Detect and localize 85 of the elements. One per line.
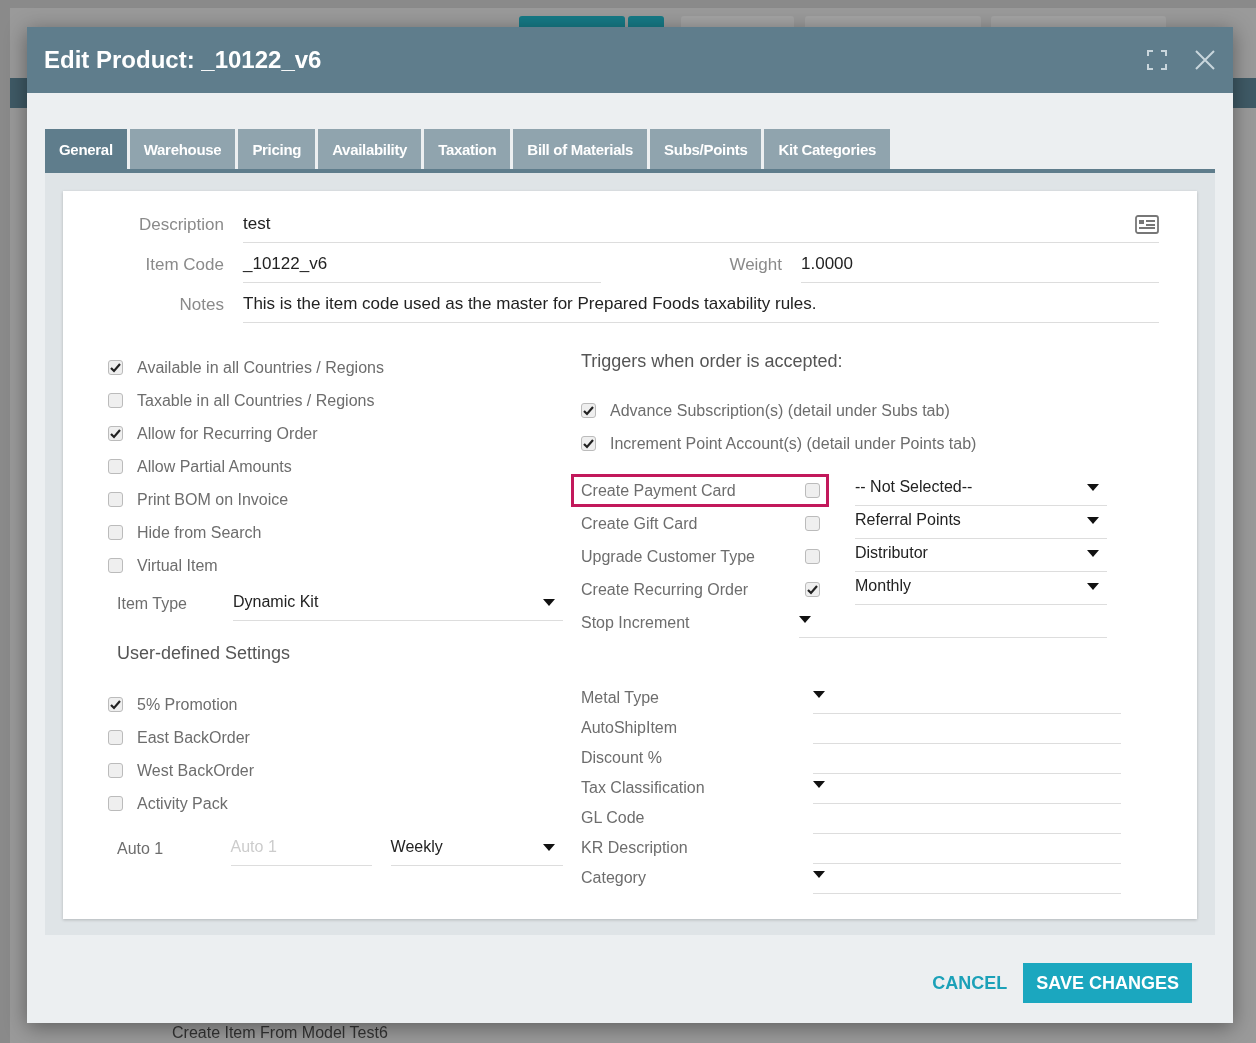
field-label: Auto 1: [117, 840, 165, 859]
field-label: Item Code: [144, 255, 225, 276]
checkbox[interactable]: [581, 403, 596, 418]
weight-field[interactable]: 1.0000: [801, 254, 1159, 283]
checkbox-label: East BackOrder: [137, 728, 250, 747]
tab[interactable]: Availability: [318, 129, 422, 169]
caret-icon: [1087, 582, 1099, 590]
dropdown[interactable]: -- Not Selected--: [855, 475, 1107, 506]
frequency-dropdown[interactable]: Weekly: [390, 835, 563, 866]
checkbox[interactable]: [805, 516, 820, 531]
tab[interactable]: Taxation: [424, 129, 511, 169]
checkbox-label: Allow for Recurring Order: [137, 424, 318, 443]
dropdown[interactable]: Monthly: [855, 574, 1107, 605]
checkbox-label: Activity Pack: [137, 794, 228, 813]
checkbox-label: Hide from Search: [137, 523, 262, 542]
field-label: Weight: [728, 255, 783, 276]
caret-icon: [543, 843, 555, 851]
checkbox[interactable]: [108, 697, 123, 712]
field-label: Item Type: [117, 595, 188, 614]
section-title: Triggers when order is accepted:: [581, 351, 844, 372]
checkbox-label: Taxable in all Countries / Regions: [137, 391, 375, 410]
checkbox[interactable]: [108, 763, 123, 778]
checkbox-label: West BackOrder: [137, 761, 255, 780]
checkbox[interactable]: [805, 549, 820, 564]
description-field[interactable]: test: [243, 214, 1159, 243]
dialog-title: Edit Product: _10122_v6: [44, 46, 323, 74]
field-label: Category: [581, 869, 647, 887]
caret-icon: [813, 871, 825, 878]
field-label: Tax Classification: [581, 779, 706, 797]
tab[interactable]: Kit Categories: [764, 129, 890, 169]
section-title: User-defined Settings: [117, 643, 292, 664]
item-type-dropdown[interactable]: Dynamic Kit: [233, 590, 563, 621]
checkbox-label: Virtual Item: [137, 556, 218, 575]
notes-field[interactable]: This is the item code used as the master for Prepared Foods taxability rules.: [243, 294, 1159, 323]
action-label: Stop Increment: [581, 613, 690, 632]
tab[interactable]: General: [45, 129, 127, 169]
checkbox[interactable]: [108, 426, 123, 441]
field-label: Description: [137, 215, 225, 236]
tab[interactable]: Warehouse: [129, 129, 236, 169]
checkbox[interactable]: [108, 360, 123, 375]
action-label: Create Gift Card: [581, 514, 698, 533]
dropdown[interactable]: Referral Points: [855, 508, 1107, 539]
action-label: Upgrade Customer Type: [581, 547, 755, 566]
tab[interactable]: Bill of Materials: [513, 129, 648, 169]
cancel-button[interactable]: CANCEL: [930, 964, 1010, 1002]
caret-icon: [543, 598, 555, 606]
checkbox-label: Available in all Countries / Regions: [137, 358, 384, 377]
dropdown[interactable]: Distributor: [855, 541, 1107, 572]
checkbox[interactable]: [108, 730, 123, 745]
field-label: Metal Type: [581, 689, 660, 707]
field-label: GL Code: [581, 809, 646, 827]
backdrop-text: Create Item From Model Test6: [172, 1024, 388, 1042]
checkbox[interactable]: [108, 492, 123, 507]
save-changes-button[interactable]: SAVE CHANGES: [1023, 963, 1192, 1003]
field-label: AutoShipItem: [581, 719, 679, 737]
caret-icon: [1087, 516, 1099, 524]
caret-icon: [799, 615, 811, 623]
checkbox-label: Allow Partial Amounts: [137, 457, 292, 476]
checkbox[interactable]: [108, 525, 123, 540]
tab[interactable]: Subs/Points: [650, 129, 762, 169]
caret-icon: [1087, 483, 1099, 491]
checkbox-label: 5% Promotion: [137, 695, 238, 714]
action-label: Create Payment Card: [581, 481, 736, 500]
fullscreen-icon[interactable]: [1147, 50, 1167, 70]
checkbox[interactable]: [805, 582, 820, 597]
list-card-icon[interactable]: [1135, 214, 1159, 234]
checkbox-label: Print BOM on Invoice: [137, 490, 289, 509]
field-label: KR Description: [581, 839, 689, 857]
checkbox[interactable]: [108, 796, 123, 811]
checkbox[interactable]: [108, 459, 123, 474]
caret-icon: [813, 781, 825, 788]
checkbox-label: Advance Subscription(s) (detail under Subs tab): [610, 401, 950, 420]
checkbox[interactable]: [108, 393, 123, 408]
action-label: Create Recurring Order: [581, 580, 749, 599]
caret-icon: [1087, 549, 1099, 557]
close-icon[interactable]: [1195, 50, 1215, 70]
checkbox[interactable]: [581, 436, 596, 451]
item-code-field[interactable]: _10122_v6: [243, 254, 601, 283]
caret-icon: [813, 691, 825, 698]
field-label: Discount %: [581, 749, 663, 767]
checkbox-label: Increment Point Account(s) (detail under Points tab): [610, 434, 977, 453]
tab[interactable]: Pricing: [238, 129, 316, 169]
checkbox[interactable]: [805, 483, 820, 498]
field-label: Notes: [178, 295, 225, 316]
checkbox[interactable]: [108, 558, 123, 573]
